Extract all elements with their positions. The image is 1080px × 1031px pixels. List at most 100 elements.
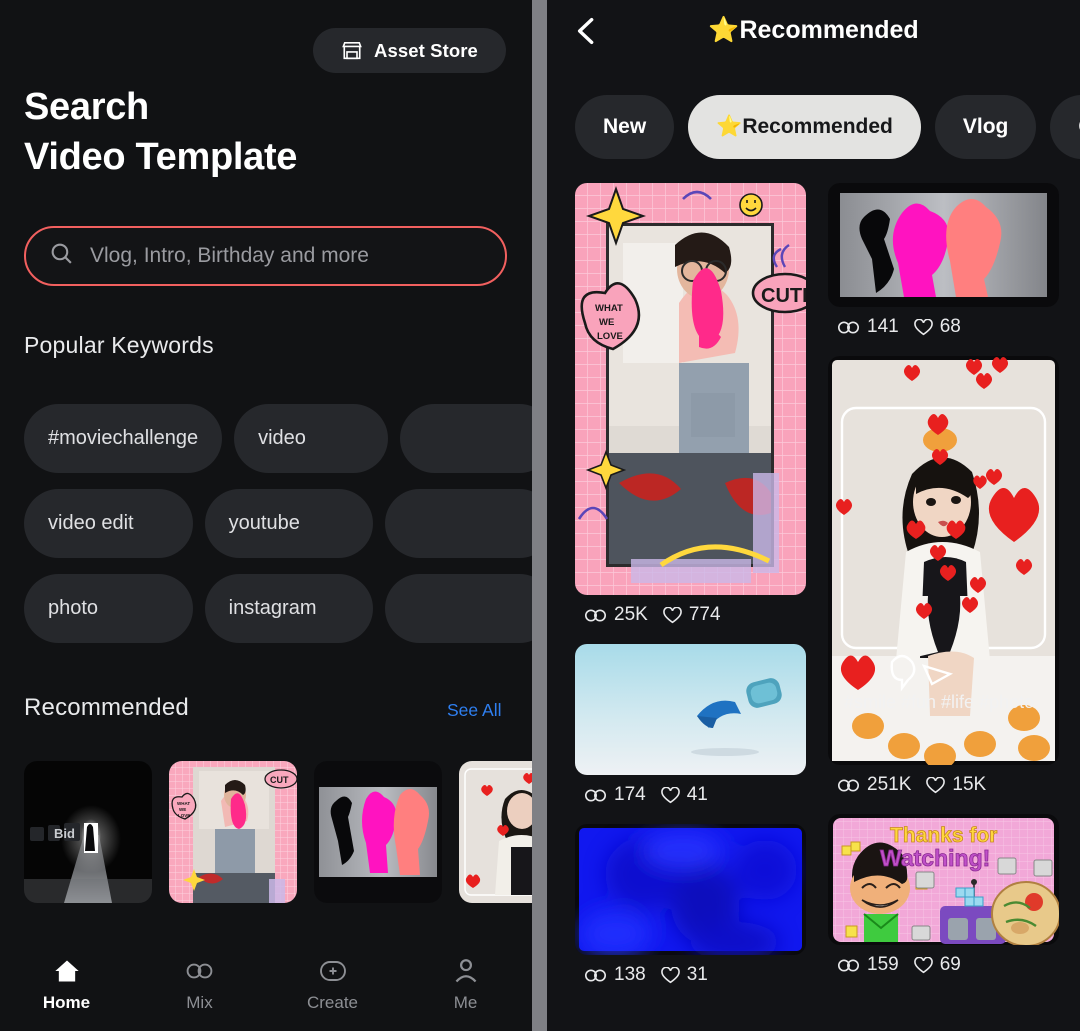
page-title-line2: Video Template [24,136,298,178]
template-card-neon-silhouette[interactable]: 141 68 [828,183,1059,347]
likes-count: 41 [686,784,708,805]
search-icon [49,241,74,271]
mix-icon [186,957,214,985]
keyword-chip-cutoff[interactable] [385,574,532,643]
stat-likes: 31 [660,964,708,986]
thumbnail-pink-scrapbook[interactable]: WHAT WE LOVE CUTE [575,183,806,595]
plays-count: 251K [867,774,912,795]
plus-circle-icon [319,957,347,985]
nav-item-mix[interactable]: Mix [133,957,266,1013]
app-screen: Asset Store Search Video Template Vlog, … [0,0,1080,1031]
thumbnail-thanks-for-watching[interactable]: Thanks for Watching! [828,814,1059,945]
stat-likes: 68 [913,316,961,338]
keyword-row: #moviechallenge video [24,404,532,473]
keyword-chip[interactable]: video [234,404,389,473]
keyword-chip[interactable]: video edit [24,489,193,558]
tab-vlog[interactable]: Vlog [934,95,1037,159]
page-title-line1: Search [24,86,149,128]
recommended-header: ⭐Recommended [547,0,1080,62]
keyword-chip[interactable]: youtube [204,489,374,558]
template-card-blue-sky[interactable]: 174 41 [575,644,806,815]
grid-column-left: WHAT WE LOVE CUTE [575,183,806,1004]
keyword-row: photo instagram [24,574,532,643]
nav-label-me: Me [453,993,478,1012]
template-card-hearts-girl[interactable]: #smile #fun #life #photo 251K 15K [828,356,1059,805]
search-placeholder: Vlog, Intro, Birthday and more [90,244,369,267]
search-input[interactable]: Vlog, Intro, Birthday and more [24,226,507,286]
template-grid: WHAT WE LOVE CUTE [547,183,1080,1004]
plays-count: 138 [614,964,646,985]
asset-store-button[interactable]: Asset Store [313,28,506,73]
svg-text:CUT: CUT [270,775,289,785]
card-stats: 138 31 [575,955,806,995]
plays-count: 174 [614,784,646,805]
person-icon [452,957,480,985]
keyword-chip[interactable]: instagram [204,574,374,643]
recommended-thumb-hearts-girl[interactable] [459,761,532,903]
recommended-thumb-pink-scrapbook[interactable]: WHAT WE LOVE CUT [169,761,297,903]
nav-label-create: Create [306,993,359,1012]
home-icon [53,957,81,985]
stat-plays: 174 [584,784,646,806]
stat-plays: 138 [584,964,646,986]
svg-text:WHAT: WHAT [595,303,623,314]
svg-text:WHAT: WHAT [177,801,190,806]
nav-item-me[interactable]: Me [399,957,532,1013]
likes-count: 774 [688,604,721,625]
asset-store-label: Asset Store [374,39,478,61]
likes-count: 31 [686,964,708,985]
keyword-chip-cutoff[interactable] [385,489,532,558]
keyword-chip-cutoff[interactable] [400,404,532,473]
popular-keywords-heading: Popular Keywords [24,332,214,358]
svg-text:Bid: Bid [54,826,75,841]
recommended-thumb-dark-hallway[interactable]: Bid [24,761,152,903]
card-stats: 159 69 [828,945,1059,985]
keyword-chip-list: #moviechallenge video video edit youtube… [24,404,532,659]
template-card-pink-scrapbook[interactable]: WHAT WE LOVE CUTE [575,183,806,635]
tab-game-cutoff[interactable]: G [1050,95,1080,159]
card-stats: 141 68 [828,307,1059,347]
nav-item-home[interactable]: Home [0,957,133,1013]
recommended-thumb-neon-silhouette[interactable] [314,761,442,903]
see-all-link[interactable]: See All [447,700,501,721]
svg-text:LOVE: LOVE [597,331,623,342]
thumbnail-hearts-girl[interactable]: #smile #fun #life #photo [828,356,1059,765]
recommended-panel: ⭐Recommended New ⭐Recommended Vlog G [547,0,1080,1031]
recommended-thumbnail-strip[interactable]: Bid WHAT WE LOVE CUT [24,761,532,903]
thanks-title-line2: Watching! [880,845,990,871]
stat-likes: 15K [926,774,986,796]
thanks-title-line1: Thanks for [890,824,997,847]
keyword-chip[interactable]: #moviechallenge [24,404,223,473]
search-panel: Asset Store Search Video Template Vlog, … [0,0,532,1031]
svg-text:LOVE: LOVE [178,813,190,818]
recommended-heading: Recommended [24,694,189,721]
stat-plays: 141 [837,316,899,338]
panel-divider [532,0,547,1031]
card-stats: 174 41 [575,775,806,815]
template-card-blue-abstract[interactable]: 138 31 [575,824,806,995]
plays-count: 141 [867,316,899,337]
thumbnail-blue-abstract[interactable] [575,824,806,955]
tab-new[interactable]: New [575,95,675,159]
template-card-thanks-for-watching[interactable]: Thanks for Watching! 159 69 [828,814,1059,985]
stat-likes: 774 [663,604,721,626]
nav-item-create[interactable]: Create [266,957,399,1013]
card-stats: 25K 774 [575,595,806,635]
thumbnail-neon-silhouette[interactable] [828,183,1059,307]
page-title: Search Video Template [24,82,297,182]
stat-plays: 251K [837,774,911,796]
keyword-chip[interactable]: photo [24,574,193,643]
svg-text:CUTE: CUTE [761,285,806,307]
bottom-navigation: Home Mix Create Me [0,939,532,1031]
grid-column-right: 141 68 #smile #fun #life #photo 251K 15K… [828,183,1059,1004]
plays-count: 25K [614,604,648,625]
stat-likes: 41 [660,784,708,806]
stat-likes: 69 [913,954,961,976]
thumbnail-blue-sky[interactable] [575,644,806,775]
nav-label-mix: Mix [186,993,213,1012]
tab-recommended[interactable]: ⭐Recommended [688,95,921,159]
hashtags-overlay: #smile #fun #life #photo [844,692,1034,712]
plays-count: 159 [867,954,899,975]
likes-count: 69 [939,954,961,975]
stat-plays: 159 [837,954,899,976]
